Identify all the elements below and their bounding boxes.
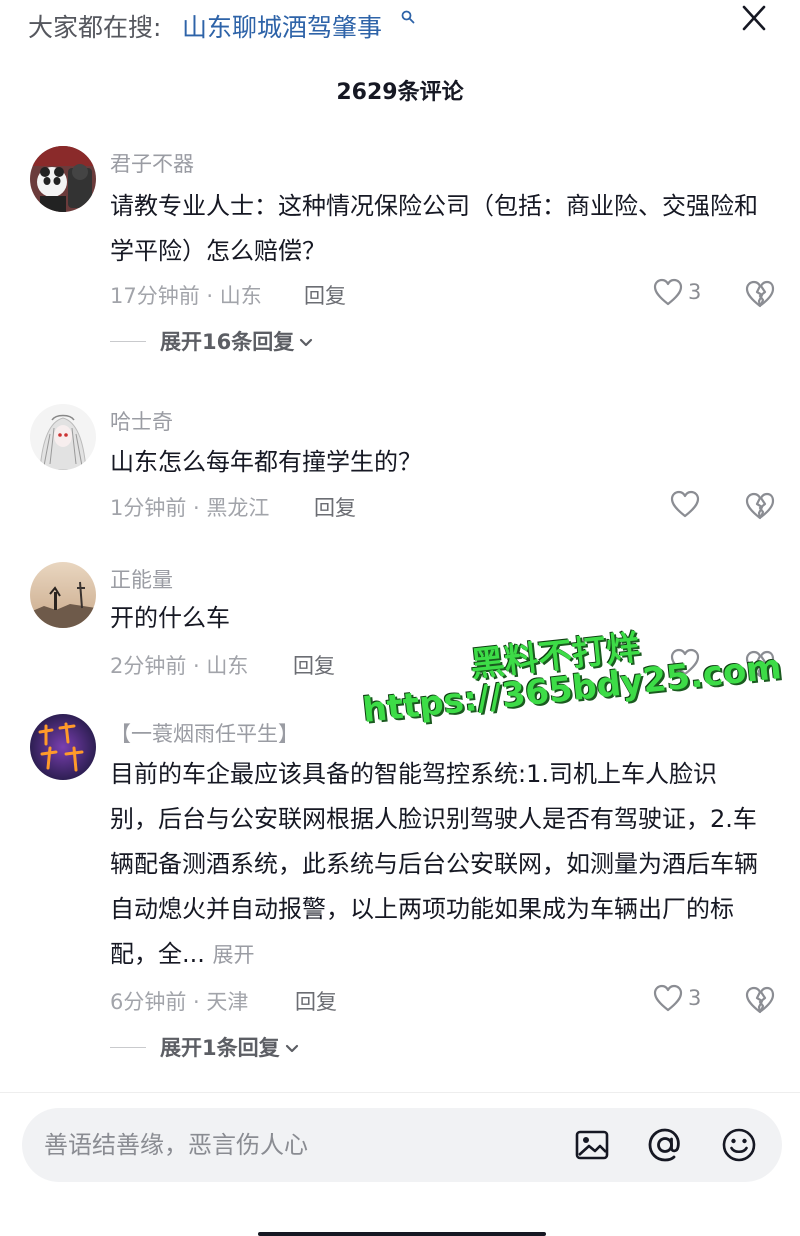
chevron-down-icon (300, 338, 313, 347)
like-count: 3 (688, 986, 702, 1010)
comment-text: 请教专业人士：这种情况保险公司（包括：商业险、交强险和学平险）怎么赔偿？ (110, 192, 758, 265)
broken-heart-icon[interactable] (744, 278, 776, 310)
avatar[interactable] (30, 714, 96, 780)
meta-separator: · (199, 284, 220, 308)
expand-divider (110, 1047, 146, 1048)
comment-meta: 1分钟前 · 黑龙江 (110, 492, 269, 522)
comment-item: 正能量 开的什么车 2分钟前 · 山东 回复 (0, 556, 800, 696)
close-icon[interactable] (736, 2, 772, 38)
comment-text-content: 目前的车企最应该具备的智能驾控系统:1.司机上车人脸识别，后台与公安联网根据人脸… (110, 760, 758, 968)
meta-separator: · (186, 990, 207, 1014)
comment-location: 天津 (206, 990, 249, 1014)
reply-button[interactable]: 回复 (314, 492, 356, 522)
comment-location: 山东 (219, 284, 262, 308)
like-button[interactable] (670, 648, 730, 680)
comment-text: 山东怎么每年都有撞学生的？ (110, 448, 422, 476)
expand-text-button[interactable]: 展开 (213, 943, 255, 967)
comment-item: 哈士奇 山东怎么每年都有撞学生的？ 1分钟前 · 黑龙江 回复 (0, 398, 800, 538)
comment-input-bar (22, 1108, 782, 1182)
like-button[interactable] (670, 490, 730, 522)
comment-meta: 17分钟前 · 山东 (110, 280, 262, 310)
top-bar: 大家都在搜: 山东聊城酒驾肇事 (0, 0, 800, 52)
heart-outline-icon (670, 648, 700, 676)
comment-time: 1分钟前 (110, 496, 187, 520)
comment-item: 君子不器 请教专业人士：这种情况保险公司（包括：商业险、交强险和学平险）怎么赔偿… (0, 140, 800, 370)
comment-input[interactable] (44, 1126, 524, 1164)
search-suggestion-prefix: 大家都在搜: (28, 13, 162, 42)
heart-outline-icon (653, 984, 683, 1012)
search-icon[interactable] (401, 10, 415, 24)
comment-username[interactable]: 哈士奇 (110, 406, 173, 436)
avatar[interactable] (30, 562, 96, 628)
like-button[interactable]: 3 (653, 984, 713, 1016)
comment-time: 6分钟前 (110, 990, 187, 1014)
comment-username[interactable]: 君子不器 (110, 148, 194, 178)
comment-text: 目前的车企最应该具备的智能驾控系统:1.司机上车人脸识别，后台与公安联网根据人脸… (110, 752, 760, 978)
home-indicator (258, 1232, 546, 1236)
expand-replies-label: 展开1条回复 (160, 1032, 300, 1062)
comment-time: 17分钟前 (110, 284, 200, 308)
input-divider (0, 1092, 800, 1093)
heart-outline-icon (670, 490, 700, 518)
meta-separator: · (186, 496, 207, 520)
at-icon[interactable] (645, 1125, 685, 1165)
image-icon[interactable] (572, 1125, 612, 1165)
like-count: 3 (688, 280, 702, 304)
comment-username[interactable]: 【一蓑烟雨任平生】 (110, 718, 299, 748)
comment-location: 黑龙江 (206, 496, 270, 520)
comment-item: 【一蓑烟雨任平生】 目前的车企最应该具备的智能驾控系统:1.司机上车人脸识别，后… (0, 714, 800, 1074)
expand-divider (110, 341, 146, 342)
heart-outline-icon (653, 278, 683, 306)
reply-button[interactable]: 回复 (304, 280, 346, 310)
search-suggestion-link[interactable]: 山东聊城酒驾肇事 (182, 8, 382, 44)
meta-separator: · (186, 654, 207, 678)
expand-replies-button[interactable]: 展开16条回复 (110, 326, 370, 358)
comment-text: 开的什么车 (110, 604, 230, 632)
reply-button[interactable]: 回复 (295, 986, 337, 1016)
chevron-down-icon (285, 1044, 298, 1053)
comment-time: 2分钟前 (110, 654, 187, 678)
comment-meta: 6分钟前 · 天津 (110, 986, 248, 1016)
comment-location: 山东 (206, 654, 249, 678)
expand-replies-button[interactable]: 展开1条回复 (110, 1032, 350, 1064)
comment-username[interactable]: 正能量 (110, 564, 173, 594)
emoji-icon[interactable] (719, 1125, 759, 1165)
broken-heart-icon[interactable] (744, 648, 776, 680)
broken-heart-icon[interactable] (744, 490, 776, 522)
comment-count-title: 2629条评论 (336, 80, 464, 105)
like-button[interactable]: 3 (653, 278, 713, 310)
avatar[interactable] (30, 404, 96, 470)
broken-heart-icon[interactable] (744, 984, 776, 1016)
expand-replies-label: 展开16条回复 (160, 326, 314, 356)
comment-meta: 2分钟前 · 山东 (110, 650, 248, 680)
avatar[interactable] (30, 146, 96, 212)
reply-button[interactable]: 回复 (293, 650, 335, 680)
